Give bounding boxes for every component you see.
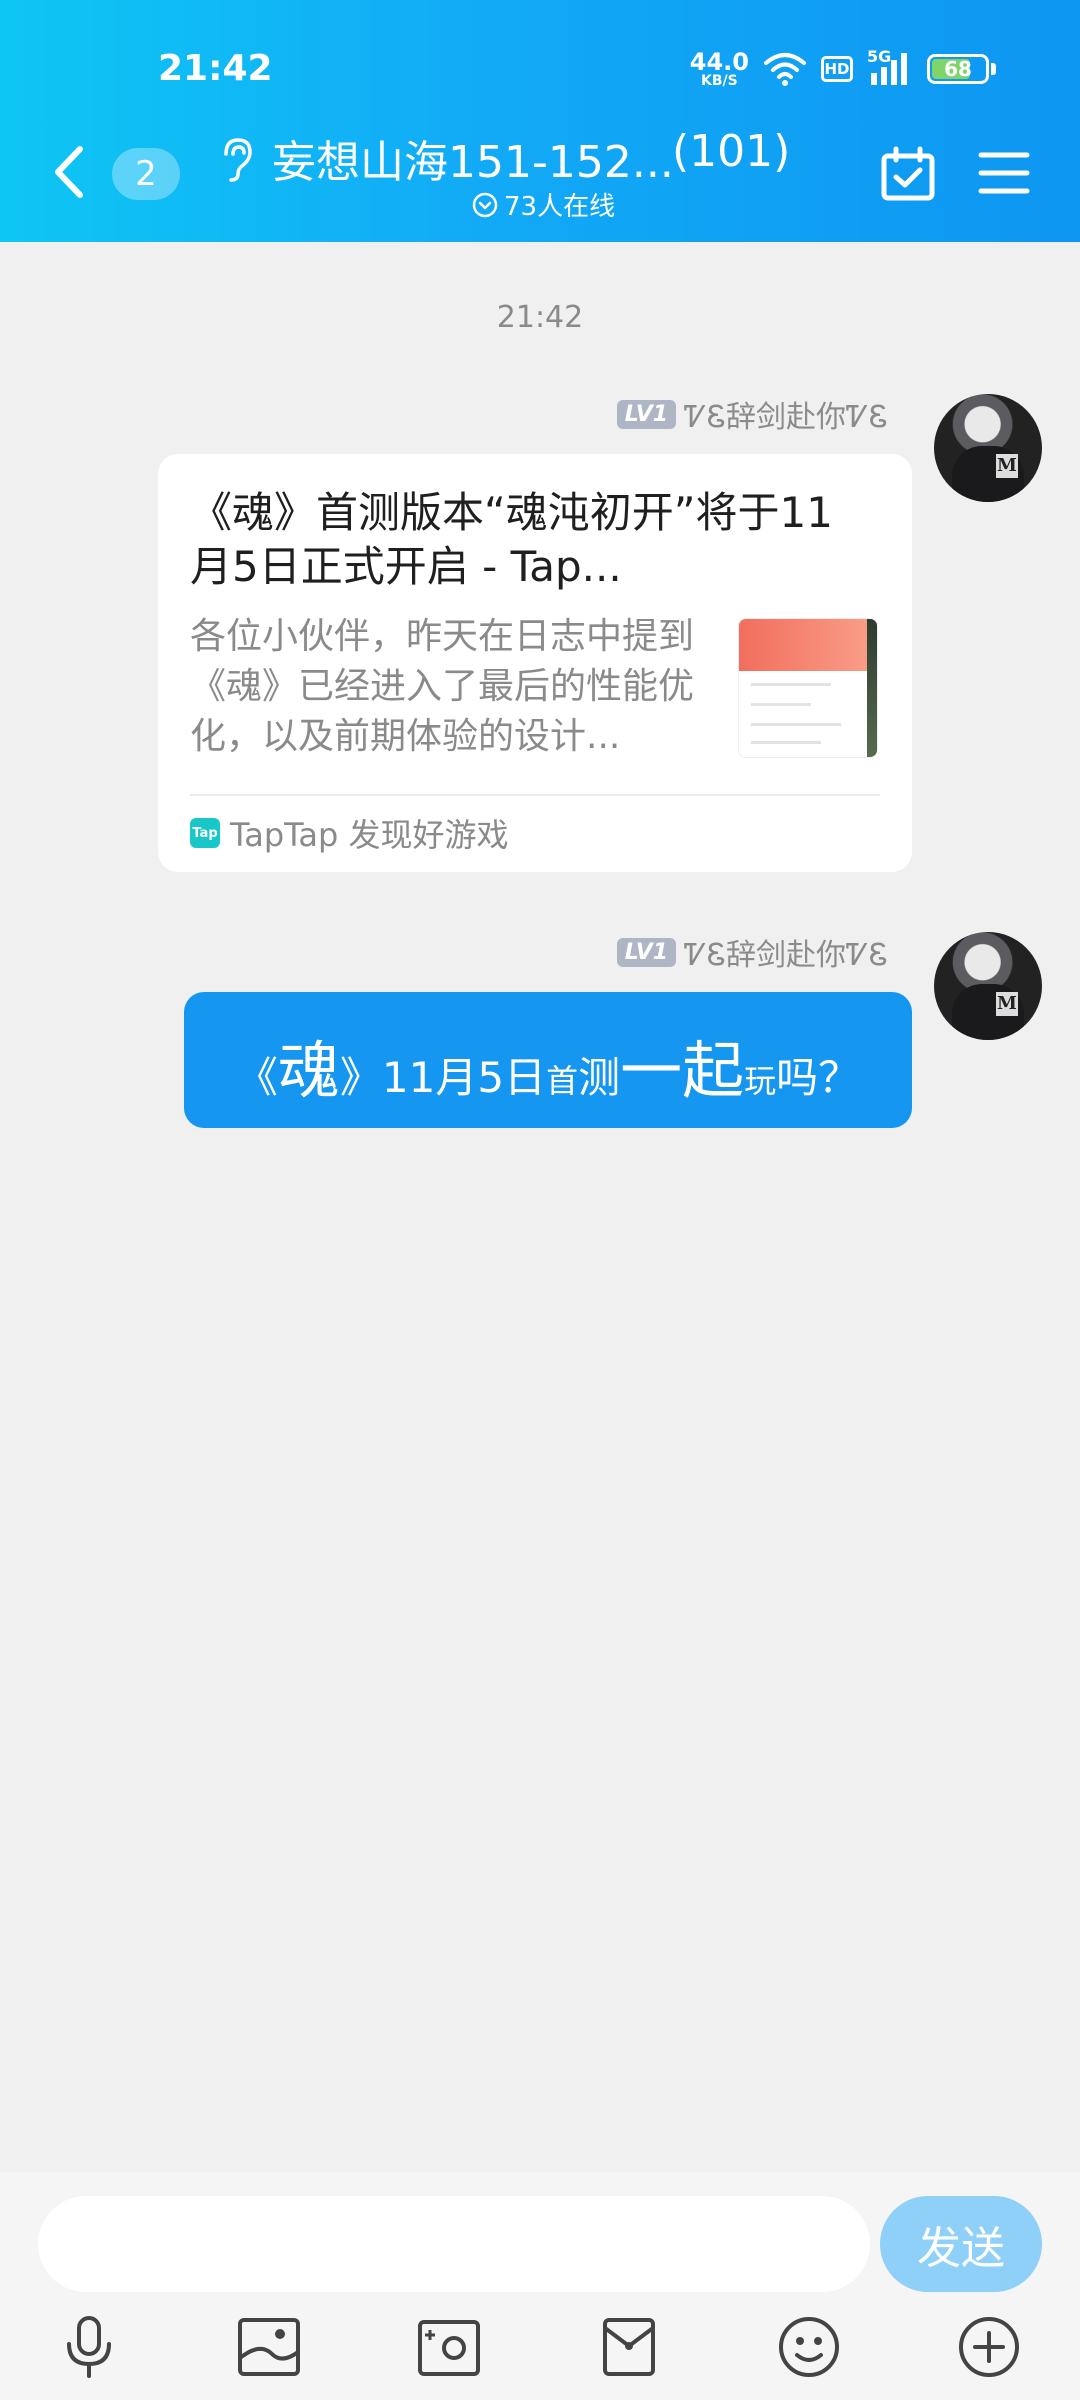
- avatar-letter-mark: M: [996, 454, 1018, 478]
- cell-signal-icon: 5G: [867, 47, 913, 87]
- plus-icon: [959, 2317, 1019, 2377]
- group-member-count[interactable]: (101): [672, 126, 790, 177]
- unread-count-badge[interactable]: 2: [112, 148, 180, 200]
- ear-icon[interactable]: [218, 136, 254, 182]
- red-packet-icon: [603, 2318, 655, 2376]
- menu-icon[interactable]: [978, 150, 1030, 196]
- card-divider: [190, 794, 880, 796]
- camera-button[interactable]: [416, 2312, 482, 2382]
- battery-icon: 68: [927, 54, 989, 84]
- sender-name[interactable]: ᏤᏋ辞剑赴你ᏤᏋ: [684, 930, 888, 974]
- red-packet-button[interactable]: [596, 2312, 662, 2382]
- sender-name[interactable]: ᏤᏋ辞剑赴你ᏤᏋ: [684, 392, 888, 436]
- card-source-label: TapTap 发现好游戏: [230, 816, 509, 854]
- message-text-part: 魂: [277, 1034, 340, 1107]
- group-title[interactable]: 妄想山海151-152...: [272, 126, 674, 190]
- network-speed-unit: KB/S: [701, 73, 738, 89]
- level-badge: LV1: [616, 937, 677, 967]
- link-share-card[interactable]: 《魂》首测版本“魂沌初开”将于11月5日正式开启 - Tap... 各位小伙伴，…: [158, 454, 912, 872]
- network-speed-value: 44.0: [689, 48, 749, 76]
- wifi-icon: [764, 53, 806, 86]
- hd-badge: HD: [821, 56, 853, 82]
- battery-level: 68: [944, 57, 972, 81]
- avatar[interactable]: M: [934, 932, 1042, 1040]
- card-source: Tap TapTap 发现好游戏: [190, 810, 509, 856]
- chat-header: 21:42 44.0 KB/S HD 5G 68 2 妄想山海151-152..…: [0, 0, 1080, 242]
- message-sender: LV1 ᏤᏋ辞剑赴你ᏤᏋ: [616, 930, 888, 974]
- microphone-icon: [67, 2316, 111, 2378]
- chevron-down-circle-icon: [472, 192, 498, 217]
- image-icon: [238, 2318, 300, 2376]
- card-title: 《魂》首测版本“魂沌初开”将于11月5日正式开启 - Tap...: [190, 488, 833, 591]
- back-icon: [55, 146, 83, 198]
- message-text-part: 一起: [620, 1034, 745, 1107]
- send-button[interactable]: 发送: [880, 2196, 1042, 2292]
- battery-tip: [991, 63, 996, 75]
- voice-button[interactable]: [56, 2312, 122, 2382]
- message-text-part: 玩: [744, 1062, 777, 1100]
- calendar-check-icon[interactable]: [880, 146, 936, 202]
- online-status[interactable]: 73人在线: [472, 186, 615, 223]
- text-message-bubble[interactable]: 《 魂 》 11月5日 首 测 一起 玩 吗？: [184, 992, 912, 1128]
- status-time: 21:42: [158, 48, 273, 89]
- avatar-letter-mark: M: [996, 992, 1018, 1016]
- back-button[interactable]: [52, 142, 92, 202]
- message-input[interactable]: [38, 2196, 870, 2292]
- level-badge: LV1: [616, 399, 677, 429]
- composer-toolbar: [0, 2312, 1080, 2392]
- avatar[interactable]: M: [934, 394, 1042, 502]
- message-text-part: 测: [578, 1053, 621, 1102]
- taptap-logo-icon: Tap: [190, 818, 220, 848]
- message-text-part: 11月5日: [381, 1053, 547, 1102]
- card-thumbnail: [738, 618, 878, 758]
- status-indicators: 44.0 KB/S HD 5G 68: [690, 47, 996, 88]
- card-description: 各位小伙伴，昨天在日志中提到《魂》已经进入了最后的性能优化，以及前期体验的设计.…: [190, 616, 695, 757]
- camera-icon: [418, 2320, 480, 2376]
- time-divider: 21:42: [496, 300, 584, 335]
- image-button[interactable]: [236, 2312, 302, 2382]
- emoji-icon: [779, 2317, 839, 2377]
- message-sender: LV1 ᏤᏋ辞剑赴你ᏤᏋ: [616, 392, 888, 436]
- message-text-part: 》: [339, 1053, 382, 1102]
- message-text-part: 《: [235, 1053, 278, 1102]
- composer: 发送: [0, 2172, 1080, 2400]
- network-speed: 44.0 KB/S: [690, 50, 749, 88]
- message-text-part: 吗？: [776, 1053, 861, 1102]
- message-text-part: 首: [546, 1062, 579, 1100]
- online-count-text: 73人在线: [504, 192, 616, 222]
- more-button[interactable]: [956, 2312, 1022, 2382]
- emoji-button[interactable]: [776, 2312, 842, 2382]
